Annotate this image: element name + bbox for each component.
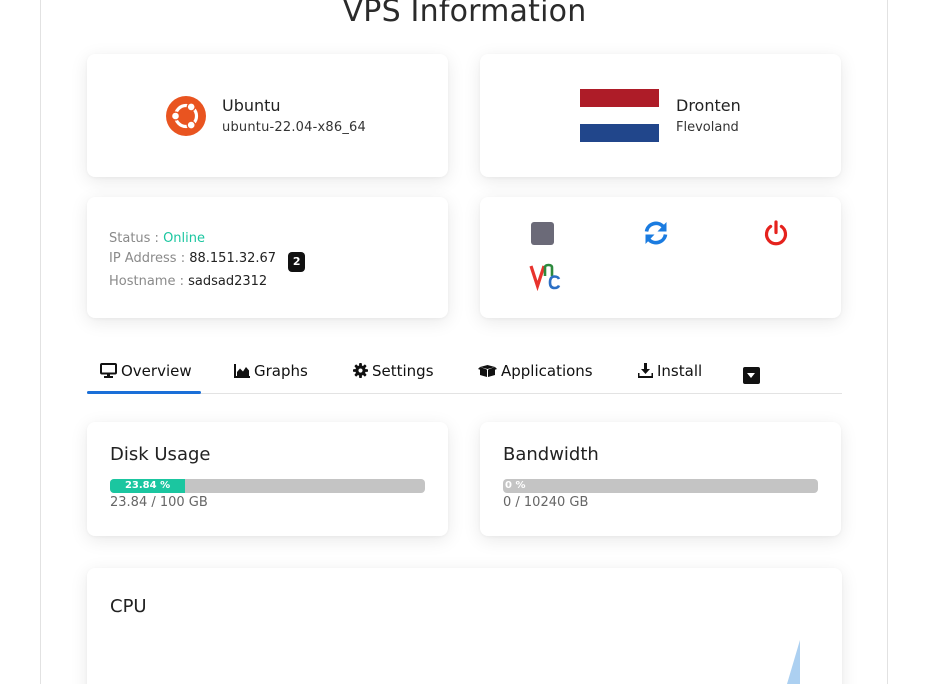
bandwidth-percent: 0 % xyxy=(505,480,526,491)
cpu-chart xyxy=(787,640,800,684)
bandwidth-card: Bandwidth 0 % 0 / 10240 GB xyxy=(480,422,841,536)
gear-icon xyxy=(353,363,368,378)
stop-button[interactable] xyxy=(529,220,557,248)
status-value: Online xyxy=(163,231,206,246)
status-card: Status : Online IP Address : 88.151.32.6… xyxy=(87,197,448,318)
hostname-value: sadsad2312 xyxy=(188,273,268,289)
power-button[interactable] xyxy=(762,219,790,247)
disk-usage-percent: 23.84 % xyxy=(124,480,171,491)
cpu-card: CPU xyxy=(87,568,842,684)
bandwidth-progress-bar: 0 % xyxy=(503,479,818,493)
status-label: Status : xyxy=(109,231,159,246)
vnc-console-button[interactable] xyxy=(529,261,563,292)
hostname-label: Hostname : xyxy=(109,273,184,289)
disk-usage-card: Disk Usage 23.84 % 23.84 / 100 GB xyxy=(87,422,448,536)
ip-address-label: IP Address : xyxy=(109,250,186,266)
tab-graphs[interactable]: Graphs xyxy=(234,362,308,380)
disk-usage-progress-bar: 23.84 % xyxy=(110,479,425,493)
status-row: Status : Online xyxy=(109,229,305,249)
ip-address-value: 88.151.32.67 xyxy=(189,250,277,266)
tab-install[interactable]: Install xyxy=(637,362,703,380)
disk-usage-progress-fill: 23.84 % xyxy=(110,479,186,493)
power-controls-card xyxy=(480,197,841,318)
more-tabs-dropdown[interactable] xyxy=(743,367,760,384)
tab-label: Settings xyxy=(372,362,434,380)
ip-address-row: IP Address : 88.151.32.67 2 xyxy=(109,249,306,272)
tab-overview[interactable]: Overview xyxy=(100,362,192,380)
cpu-chart-area xyxy=(787,640,800,684)
tab-label: Overview xyxy=(121,362,192,380)
tab-label: Applications xyxy=(501,362,593,380)
restart-button[interactable] xyxy=(642,219,670,247)
stop-icon xyxy=(531,222,554,245)
disk-usage-title: Disk Usage xyxy=(110,444,211,465)
bandwidth-title: Bandwidth xyxy=(503,444,599,465)
tab-label: Install xyxy=(657,362,703,380)
os-name: Ubuntu xyxy=(222,96,281,115)
monitor-icon xyxy=(100,363,117,378)
restart-icon xyxy=(644,221,668,245)
power-icon xyxy=(764,220,788,246)
ubuntu-logo-icon xyxy=(166,96,206,136)
boxes-icon xyxy=(478,365,497,377)
tab-label: Graphs xyxy=(254,362,308,380)
netherlands-flag-icon xyxy=(580,89,659,142)
tab-bar: Overview Graphs Settings Applications In… xyxy=(87,350,842,394)
tab-settings[interactable]: Settings xyxy=(353,362,434,380)
os-image-version: ubuntu-22.04-x86_64 xyxy=(222,120,366,135)
hostname-row: Hostname : sadsad2312 xyxy=(109,272,305,292)
ip-count-badge[interactable]: 2 xyxy=(288,251,306,272)
tab-applications[interactable]: Applications xyxy=(478,362,593,380)
bandwidth-value: 0 / 10240 GB xyxy=(503,495,589,510)
location-region: Flevoland xyxy=(676,120,739,135)
location-city: Dronten xyxy=(676,96,741,115)
area-chart-icon xyxy=(234,364,250,378)
download-icon xyxy=(637,363,654,378)
vnc-icon xyxy=(529,263,561,292)
os-card: Ubuntu ubuntu-22.04-x86_64 xyxy=(87,54,448,177)
disk-usage-value: 23.84 / 100 GB xyxy=(110,495,208,510)
active-tab-indicator xyxy=(87,391,201,394)
location-card: Dronten Flevoland xyxy=(480,54,841,177)
page-title: VPS Information xyxy=(342,0,587,29)
